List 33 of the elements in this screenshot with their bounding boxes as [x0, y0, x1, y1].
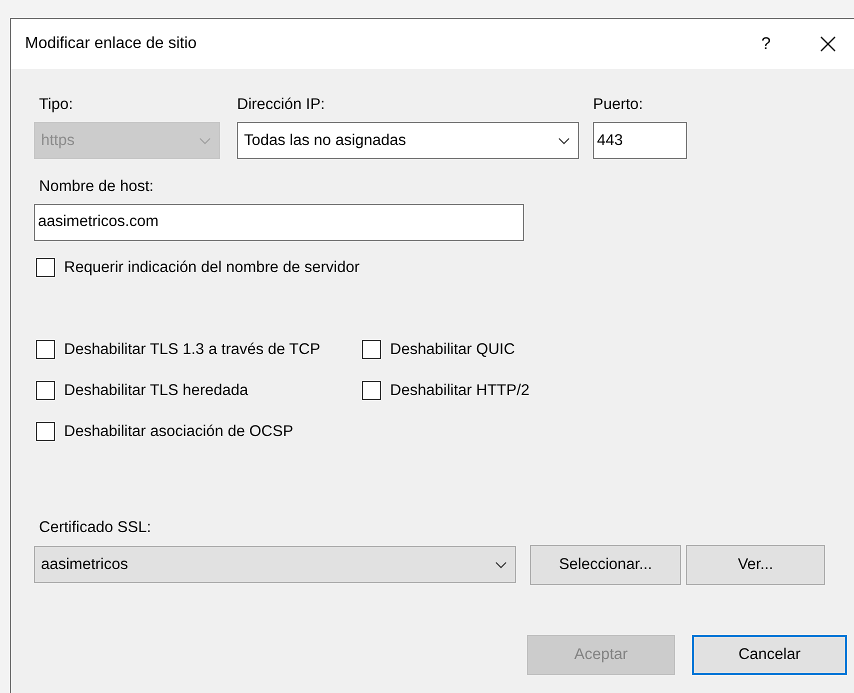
dropdown[interactable]: aasimetricos	[34, 546, 516, 584]
checkbox-label: Deshabilitar HTTP/2	[390, 380, 530, 401]
field-label: Tipo:	[39, 95, 74, 115]
checkbox[interactable]	[36, 340, 55, 359]
chevron-down-icon	[199, 136, 211, 145]
help-button[interactable]: ?	[746, 31, 786, 57]
field-label: Certificado SSL:	[39, 518, 152, 538]
field-label: Puerto:	[593, 95, 644, 115]
host-field[interactable]: aasimetricos.com	[34, 204, 524, 240]
dialog-button[interactable]: Cancelar	[692, 634, 847, 675]
dialog-button[interactable]: Seleccionar...	[530, 544, 681, 585]
checkbox[interactable]	[362, 381, 381, 400]
chevron-down-icon	[558, 136, 570, 145]
dropdown-value: aasimetricos	[41, 555, 128, 576]
field-label: Dirección IP:	[237, 95, 326, 115]
checkbox-label: Deshabilitar TLS heredada	[64, 380, 248, 401]
port-field[interactable]: 443	[593, 122, 687, 160]
field-label: Nombre de host:	[39, 177, 155, 198]
checkbox[interactable]	[36, 422, 55, 441]
checkbox-label: Deshabilitar TLS 1.3 a través de TCP	[64, 340, 320, 360]
dropdown-value: https	[41, 131, 75, 152]
checkbox-label: Deshabilitar asociación de OCSP	[64, 422, 294, 442]
dropdown-value: Todas las no asignadas	[244, 131, 406, 152]
checkbox-label: Deshabilitar QUIC	[390, 340, 515, 360]
checkbox-label: Requerir indicación del nombre de servidor	[64, 258, 360, 278]
close-icon[interactable]	[820, 36, 836, 52]
checkbox[interactable]	[362, 340, 381, 359]
chevron-down-icon	[495, 560, 507, 569]
checkbox[interactable]	[36, 258, 55, 277]
dialog-button[interactable]: Ver...	[686, 544, 825, 585]
window-title: Modificar enlace de sitio	[25, 34, 198, 54]
dropdown[interactable]: Todas las no asignadas	[237, 122, 579, 160]
checkbox[interactable]	[36, 381, 55, 400]
